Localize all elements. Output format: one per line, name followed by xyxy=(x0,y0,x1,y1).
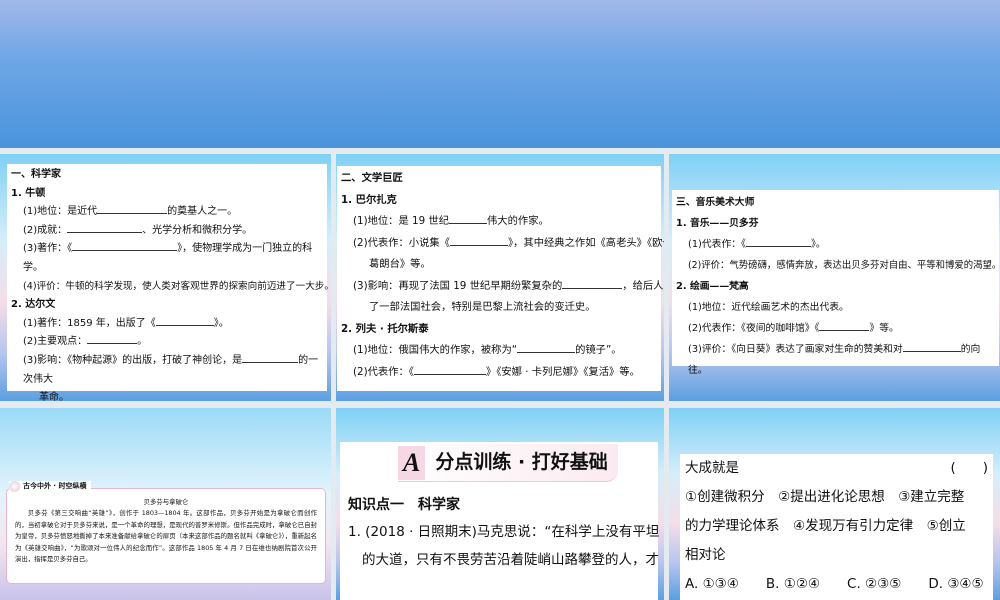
line: (3)影响：再现了法国 19 世纪早期纷繁复杂的，给后人留下 xyxy=(353,279,664,292)
subheading: 2. 达尔文 xyxy=(11,299,56,311)
line: 大成就是( ) xyxy=(685,454,988,483)
line: (3)著作：《 》，使物理学成为一门独立的科学。 xyxy=(11,240,323,277)
slide-reading[interactable]: 古今中外 · 时空纵横 贝多芬与拿破仑 贝多芬《第三交响曲“英雄”》，创作于 1… xyxy=(0,408,331,600)
slide-music-art[interactable]: 三、音乐美术大师 1. 音乐——贝多芬 (1)代表作：《 》。 (2)评价：气势磅… xyxy=(669,154,1000,401)
heading: 三、音乐美术大师 xyxy=(676,197,755,208)
question-text: 1. (2018 · 日照期末)马克思说：“在科学上没有平坦 xyxy=(348,524,660,540)
reading-title: 贝多芬与拿破仑 xyxy=(143,498,189,506)
line: (2)主要观点：。 xyxy=(11,333,323,352)
line: (2)代表作：小说集《》，其中经典之作如《高老头》《欧也妮 · xyxy=(353,236,664,249)
line: (3)评价：《向日葵》表达了画家对生命的赞美和对 的向往。 xyxy=(676,339,995,381)
line: (1)代表作：《 》。 xyxy=(676,234,995,255)
question-text: 的大道，只有不畏劳苦沿着陡峭山路攀登的人，才 xyxy=(362,552,659,568)
line: (2)成就： 、光学分析和微积分学。 xyxy=(11,222,323,241)
line: (2)代表作：《夜间的咖啡馆》《 》等。 xyxy=(676,318,995,339)
reading-box: 古今中外 · 时空纵横 贝多芬与拿破仑 贝多芬《第三交响曲“英雄”》，创作于 1… xyxy=(6,481,326,584)
answer-blank: ( ) xyxy=(950,460,988,476)
line: (1)地位：俄国伟大的作家，被称为“ 的镜子”。 xyxy=(353,344,622,356)
line: 的力学理论体系 ④发现万有引力定律 ⑤创立 xyxy=(685,518,966,534)
line: 革命。 xyxy=(39,392,69,401)
subheading: 1. 音乐——贝多芬 xyxy=(676,218,759,229)
line: (1)地位：是近代 的奠基人之一。 xyxy=(11,203,323,222)
reading-body: 贝多芬《第三交响曲“英雄”》，创作于 1803—1804 年。这部作品，贝多芬开… xyxy=(15,509,317,564)
heading: 二、文学巨匠 xyxy=(341,172,403,184)
section-title: 分点训练 · 打好基础 xyxy=(435,450,608,473)
line: (2)代表作：《 》《安娜 · 卡列尼娜》《复活》等。 xyxy=(353,365,640,378)
line: (1)著作：1859 年，出版了《 》。 xyxy=(11,315,323,334)
subheading: 1. 巴尔扎克 xyxy=(341,193,397,206)
content-panel: 二、文学巨匠 1. 巴尔扎克 (1)地位：是 19 世纪 伟大的作家。 (2)代表… xyxy=(337,166,664,391)
line: 了一部法国社会，特别是巴黎上流社会的变迁史。 xyxy=(369,301,596,313)
section-banner: A 分点训练 · 打好基础 xyxy=(398,444,618,482)
subheading: 2. 绘画——梵高 xyxy=(676,281,749,292)
subheading: 2. 列夫 · 托尔斯泰 xyxy=(341,322,429,335)
line: (3)影响：《物种起源》的出版，打破了神创论，是 的一次伟大 xyxy=(11,352,323,389)
answer-options[interactable]: A. ①③④ B. ①②④ C. ②③⑤ D. ③④⑤ xyxy=(685,570,988,599)
slide-literature[interactable]: 二、文学巨匠 1. 巴尔扎克 (1)地位：是 19 世纪 伟大的作家。 (2)代表… xyxy=(336,154,664,401)
content-panel: 一、科学家 1. 牛顿 (1)地位：是近代 的奠基人之一。 (2)成就： 、光学分析… xyxy=(7,164,331,401)
knowledge-point: 知识点一 科学家 xyxy=(348,497,460,513)
planet-icon xyxy=(9,481,20,493)
subheading: 1. 牛顿 xyxy=(11,187,46,199)
line: (1)地位：是 19 世纪 伟大的作家。 xyxy=(353,215,549,227)
section-letter: A xyxy=(398,445,426,480)
content-panel: 三、音乐美术大师 1. 音乐——贝多芬 (1)代表作：《 》。 (2)评价：气势磅… xyxy=(672,190,1000,376)
slide-exercise[interactable]: A 分点训练 · 打好基础 知识点一 科学家 1. (2018 · 日照期末)马… xyxy=(336,408,664,600)
heading: 一、科学家 xyxy=(11,169,61,180)
line: (4)评价：牛顿的科学发现，使人类对客观世界的探索向前迈进了一大步。 xyxy=(23,280,331,292)
line: 相对论 xyxy=(685,547,726,563)
line: (2)评价：气势磅礴，感情奔放，表达出贝多芬对自由、平等和博爱的渴望。 xyxy=(688,260,1000,271)
slide-question[interactable]: 大成就是( ) ①创建微积分 ②提出进化论思想 ③建立完整 的力学理论体系 ④发… xyxy=(669,408,1000,600)
line: (1)地位：近代绘画艺术的杰出代表。 xyxy=(688,302,849,313)
content-panel: 大成就是( ) ①创建微积分 ②提出进化论思想 ③建立完整 的力学理论体系 ④发… xyxy=(680,454,993,600)
line: ①创建微积分 ②提出进化论思想 ③建立完整 xyxy=(685,489,965,505)
top-slide[interactable] xyxy=(0,0,1000,148)
slide-scientists[interactable]: 一、科学家 1. 牛顿 (1)地位：是近代 的奠基人之一。 (2)成就： 、光学分析… xyxy=(0,154,331,401)
reading-badge: 古今中外 · 时空纵横 xyxy=(9,481,91,493)
content-panel: A 分点训练 · 打好基础 知识点一 科学家 1. (2018 · 日照期末)马… xyxy=(340,442,660,600)
line: 葛朗台》等。 xyxy=(369,258,431,270)
